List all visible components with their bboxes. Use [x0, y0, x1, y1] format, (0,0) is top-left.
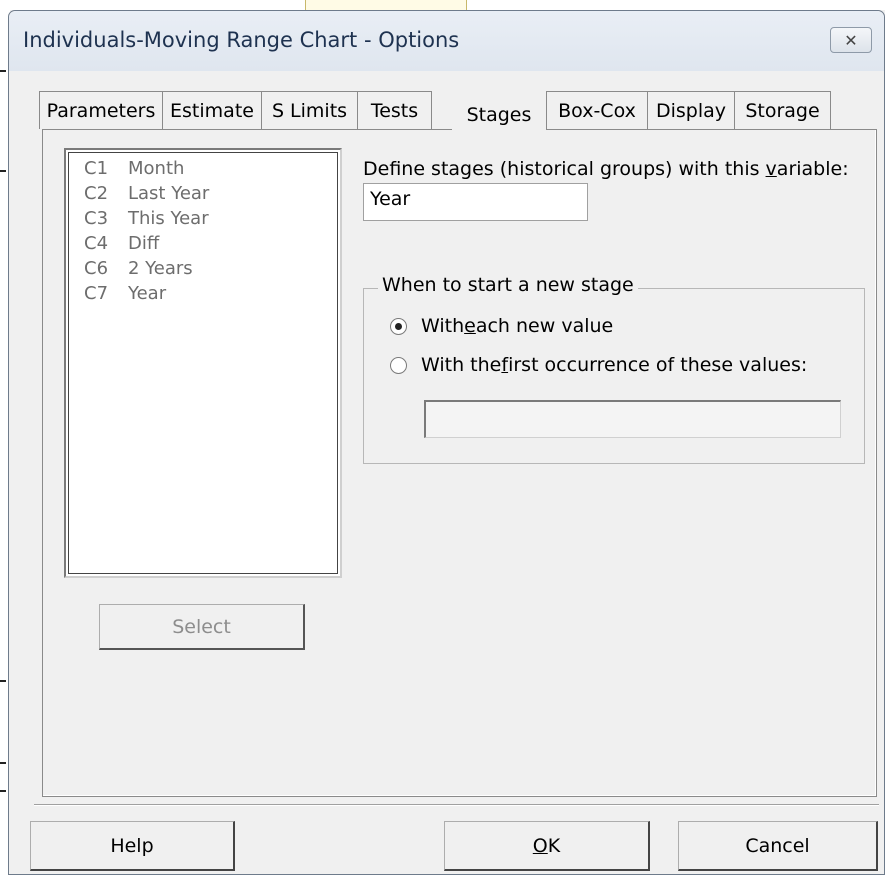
background-tick [0, 70, 6, 72]
stages-panel: C1 Month C2 Last Year C3 This Year C4 Diff C… [42, 129, 877, 797]
stage-variable-value: Year [370, 188, 411, 210]
column-name: Last Year [128, 183, 210, 204]
background-app [0, 0, 885, 10]
list-item[interactable]: C7 Year [84, 281, 334, 306]
select-button[interactable]: Select [99, 604, 305, 650]
first-occurrence-values-input [424, 400, 841, 438]
tab-stages[interactable]: Stages [452, 91, 546, 139]
cancel-button[interactable]: Cancel [678, 821, 878, 871]
option-text: With the [421, 354, 502, 376]
column-id: C3 [84, 208, 109, 229]
tab-parameters[interactable]: Parameters [39, 91, 163, 129]
label-text: ariable: [776, 158, 849, 180]
option-text: With [421, 315, 465, 337]
list-item[interactable]: C1 Month [84, 156, 334, 181]
close-icon: ✕ [844, 30, 858, 50]
column-id: C7 [84, 283, 109, 304]
dialog-title: Individuals-Moving Range Chart - Options [23, 28, 460, 52]
tab-label: S Limits [271, 99, 348, 122]
group-title: When to start a new stage [378, 274, 638, 296]
define-stages-label: Define stages (historical groups) with t… [363, 158, 849, 180]
tab-s-limits[interactable]: S Limits [261, 91, 358, 129]
tab-label: Box-Cox [558, 99, 636, 122]
tab-label: Storage [745, 99, 820, 122]
new-stage-group: When to start a new stage With e ach new … [363, 274, 865, 464]
column-name: Diff [128, 233, 160, 254]
background-tick [0, 170, 6, 172]
tab-box-cox[interactable]: Box-Cox [546, 91, 648, 129]
tab-label: Estimate [170, 99, 254, 122]
radio-each-new-value[interactable]: With e ach new value [390, 315, 613, 337]
radio-checked-icon[interactable] [390, 317, 407, 335]
option-text: irst occurrence of these values: [508, 354, 808, 376]
list-item[interactable]: C6 2 Years [84, 256, 334, 281]
list-item[interactable]: C4 Diff [84, 231, 334, 256]
tab-label: Tests [370, 99, 419, 122]
ok-label: K [547, 834, 561, 857]
background-tick [0, 790, 6, 792]
option-text: ach new value [475, 315, 614, 337]
ok-accelerator: O [532, 834, 548, 857]
column-id: C2 [84, 183, 109, 204]
tab-label: Parameters [46, 99, 156, 122]
background-tick [0, 680, 6, 682]
title-bar[interactable]: Individuals-Moving Range Chart - Options… [9, 11, 884, 71]
help-label: Help [110, 834, 154, 857]
cancel-label: Cancel [745, 834, 810, 857]
options-dialog: Individuals-Moving Range Chart - Options… [8, 10, 885, 875]
tab-label: Display [655, 99, 727, 122]
tab-display[interactable]: Display [647, 91, 735, 129]
column-id: C6 [84, 258, 109, 279]
list-item[interactable]: C2 Last Year [84, 181, 334, 206]
select-button-label: Select [172, 615, 231, 638]
option-accelerator: f [501, 354, 509, 376]
radio-first-occurrence[interactable]: With the f irst occurrence of these value… [390, 354, 807, 376]
column-name: Month [128, 158, 185, 179]
column-name: This Year [128, 208, 209, 229]
option-accelerator: e [464, 315, 476, 337]
help-button[interactable]: Help [30, 821, 235, 871]
radio-unchecked-icon[interactable] [390, 356, 407, 374]
background-toolbar-strip [305, 0, 467, 10]
column-id: C4 [84, 233, 109, 254]
ok-button[interactable]: OK [444, 821, 650, 871]
column-name: 2 Years [128, 258, 193, 279]
stage-variable-input[interactable]: Year [363, 183, 588, 221]
tab-estimate[interactable]: Estimate [162, 91, 262, 129]
column-name: Year [128, 283, 167, 304]
column-id: C1 [84, 158, 109, 179]
tab-label: Stages [466, 104, 532, 126]
tab-storage[interactable]: Storage [734, 91, 831, 129]
close-button[interactable]: ✕ [830, 27, 872, 53]
background-tick [0, 762, 6, 764]
label-accelerator: v [765, 158, 777, 180]
list-item[interactable]: C3 This Year [84, 206, 334, 231]
label-text: Define stages (historical groups) with t… [363, 158, 766, 180]
divider [34, 804, 879, 806]
tab-tests[interactable]: Tests [357, 91, 432, 129]
variable-list[interactable]: C1 Month C2 Last Year C3 This Year C4 Diff C… [64, 148, 342, 578]
